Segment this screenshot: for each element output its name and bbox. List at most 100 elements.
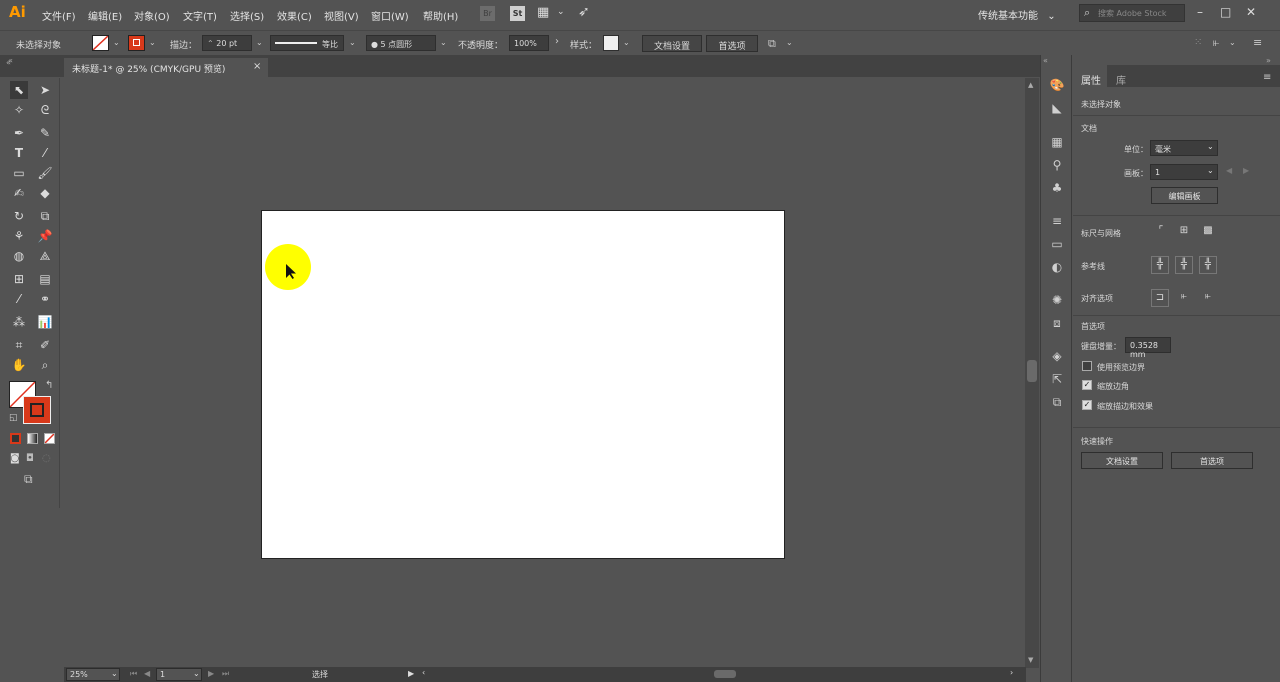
minimize-button[interactable]: – (1197, 5, 1203, 19)
previous-artboard-icon[interactable]: ◀ (1226, 166, 1232, 175)
stroke-weight-input[interactable]: ⌃ 20 pt (202, 35, 252, 51)
edit-artboards-button[interactable]: 编辑画板 (1151, 187, 1218, 204)
toolbar-collapse-icon[interactable]: « (6, 58, 11, 67)
menu-effect[interactable]: 效果(C) (277, 8, 312, 23)
scroll-up-icon[interactable]: ▲ (1028, 81, 1033, 89)
symbols-panel-icon[interactable]: ♣ (1049, 180, 1065, 196)
quick-document-setup-button[interactable]: 文档设置 (1081, 452, 1163, 469)
brush-definition-select[interactable]: ● 5 点圆形 (366, 35, 436, 51)
rotate-tool-icon[interactable]: ↻ (10, 207, 28, 225)
zoom-select[interactable]: 25% ⌄ (66, 668, 120, 681)
rulers-icon[interactable]: ⌜ (1152, 223, 1170, 241)
document-grid-icon[interactable]: ⧉ (768, 37, 776, 51)
opacity-input[interactable]: 100% (509, 35, 549, 51)
artboard-select[interactable]: 1 ⌄ (1150, 164, 1218, 180)
smart-guides-icon[interactable]: ╬ (1199, 256, 1217, 274)
hand-tool-icon[interactable]: ✋ (10, 356, 28, 374)
screen-mode-icon[interactable]: ⧉ (24, 472, 33, 487)
artboards-panel-icon[interactable]: ⧉ (1049, 394, 1065, 410)
keyboard-increment-input[interactable]: 0.3528 mm (1125, 337, 1171, 359)
arrange-documents-icon[interactable]: ▦ (537, 5, 549, 20)
use-preview-bounds-checkbox[interactable] (1082, 361, 1092, 371)
next-artboard-icon[interactable]: ▶ (1243, 166, 1249, 175)
document-tab[interactable]: 未标题-1* @ 25% (CMYK/GPU 预览) × (64, 58, 268, 78)
horizontal-scroll-thumb[interactable] (714, 670, 736, 678)
shaper-tool-icon[interactable]: ✍ (10, 184, 28, 202)
gradient-panel-icon[interactable]: ▭ (1049, 236, 1065, 252)
menu-select[interactable]: 选择(S) (230, 8, 264, 23)
lock-guides-icon[interactable]: ╬ (1175, 256, 1193, 274)
scroll-down-icon[interactable]: ▼ (1028, 656, 1033, 664)
perspective-grid-tool-icon[interactable]: ⟁ (36, 247, 54, 265)
scale-strokes-effects-checkbox[interactable]: ✓ (1082, 400, 1092, 410)
color-mode-icon[interactable] (10, 433, 21, 444)
pen-tool-icon[interactable]: ✒ (10, 124, 28, 142)
puppet-warp-tool-icon[interactable]: 📌 (36, 227, 54, 245)
paintbrush-tool-icon[interactable]: 🖌 (36, 164, 54, 182)
restore-button[interactable]: □ (1220, 5, 1231, 19)
eraser-tool-icon[interactable]: ◆ (36, 184, 54, 202)
color-guide-icon[interactable]: ◣ (1049, 100, 1065, 116)
shape-builder-tool-icon[interactable]: ◍ (10, 247, 28, 265)
none-mode-icon[interactable] (44, 433, 55, 444)
menu-object[interactable]: 对象(O) (134, 8, 170, 23)
menu-help[interactable]: 帮助(H) (423, 8, 458, 23)
chevron-down-icon[interactable]: ⌄ (557, 7, 565, 17)
next-artboard-icon[interactable]: ▶ (208, 669, 214, 678)
graphic-styles-icon[interactable]: ⧈ (1049, 315, 1065, 331)
align-to-artboard-icon[interactable]: ⫦ (1199, 289, 1217, 307)
first-artboard-icon[interactable]: ⏮ (130, 669, 137, 679)
units-select[interactable]: 毫米 ⌄ (1150, 140, 1218, 156)
curvature-tool-icon[interactable]: ✎ (36, 124, 54, 142)
collapse-panel-icon[interactable]: » (1266, 56, 1271, 65)
show-guides-icon[interactable]: ╬ (1151, 256, 1169, 274)
document-setup-button[interactable]: 文档设置 (642, 35, 702, 52)
menu-window[interactable]: 窗口(W) (371, 8, 409, 23)
gradient-tool-icon[interactable]: ▤ (36, 270, 54, 288)
transparency-panel-icon[interactable]: ◐ (1049, 259, 1065, 275)
gradient-mode-icon[interactable] (27, 433, 38, 444)
chevron-down-icon[interactable]: ⌄ (113, 38, 120, 47)
stroke-swatch[interactable] (128, 35, 145, 51)
symbol-sprayer-tool-icon[interactable]: ⁂ (10, 313, 28, 331)
fill-swatch[interactable] (92, 35, 109, 51)
transparency-grid-icon[interactable]: ▩ (1199, 223, 1217, 241)
chevron-down-icon[interactable]: ⌄ (349, 38, 356, 47)
chevron-down-icon[interactable]: ⌄ (786, 38, 793, 47)
chevron-down-icon[interactable]: ⌄ (623, 38, 630, 47)
default-colors-icon[interactable]: ◱ (9, 413, 18, 423)
draw-inside-icon[interactable]: ◌ (42, 453, 51, 464)
status-menu-icon[interactable]: ▶ (408, 669, 414, 678)
line-tool-icon[interactable]: ⁄ (36, 144, 54, 162)
expand-panels-icon[interactable]: « (1043, 56, 1048, 65)
stroke-panel-icon[interactable]: ≡ (1049, 213, 1065, 229)
asset-export-icon[interactable]: ⇱ (1049, 371, 1065, 387)
menu-type[interactable]: 文字(T) (183, 8, 217, 23)
slice-tool-icon[interactable]: ✐ (36, 336, 54, 354)
align-grid-icon[interactable]: ⁙ (1194, 37, 1202, 48)
align-left-icon[interactable]: ⫦ (1213, 36, 1219, 50)
chevron-down-icon[interactable]: ⌄ (256, 38, 263, 47)
close-tab-icon[interactable]: × (253, 61, 261, 72)
type-tool-icon[interactable]: T (10, 144, 28, 162)
swap-colors-icon[interactable]: ↰ (45, 380, 53, 391)
mesh-tool-icon[interactable]: ⊞ (10, 270, 28, 288)
grid-icon[interactable]: ⊞ (1175, 223, 1193, 241)
color-panel-icon[interactable]: 🎨 (1049, 77, 1065, 93)
preferences-button[interactable]: 首选项 (706, 35, 758, 52)
stroke-color-swatch[interactable] (23, 396, 51, 424)
artboard-tool-icon[interactable]: ⌗ (10, 336, 28, 354)
menu-edit[interactable]: 编辑(E) (88, 8, 122, 23)
graphic-style-swatch[interactable] (603, 35, 619, 51)
scroll-right-icon[interactable]: › (1010, 668, 1013, 677)
last-artboard-icon[interactable]: ⏭ (222, 669, 229, 679)
stock-icon[interactable]: St (510, 6, 525, 21)
selection-tool-icon[interactable]: ⬉ (10, 81, 28, 99)
draw-normal-icon[interactable]: ◙ (10, 453, 20, 464)
blend-tool-icon[interactable]: ⚭ (36, 290, 54, 308)
chevron-down-icon[interactable]: ⌄ (149, 38, 156, 47)
artboard-number-select[interactable]: 1 ⌄ (156, 668, 202, 681)
rectangle-tool-icon[interactable]: ▭ (10, 164, 28, 182)
bridge-icon[interactable]: Br (480, 6, 495, 21)
direct-selection-tool-icon[interactable]: ➤ (36, 81, 54, 99)
